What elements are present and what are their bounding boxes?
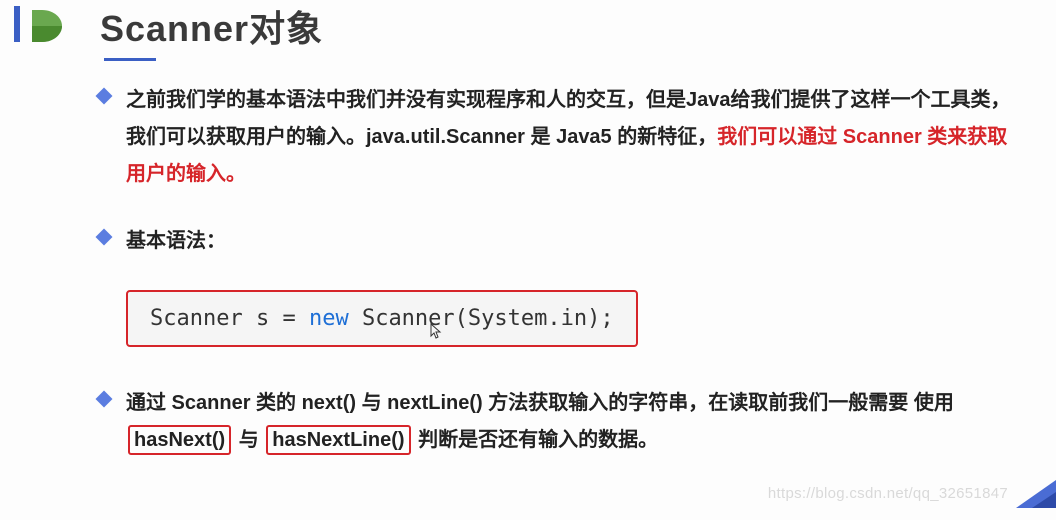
- text-segment: 通过 Scanner 类的 next() 与 nextLine() 方法获取输入…: [126, 392, 954, 414]
- diamond-bullet-icon: [96, 391, 113, 408]
- highlighted-code-box: hasNextLine(): [266, 425, 410, 455]
- logo-icon: [28, 6, 70, 51]
- content-area: 之前我们学的基本语法中我们并没有实现程序和人的交互，但是Java给我们提供了这样…: [98, 82, 1016, 489]
- watermark-text: https://blog.csdn.net/qq_32651847: [768, 485, 1008, 502]
- code-text: Scanner(System.in);: [349, 306, 614, 331]
- bullet-item: 通过 Scanner 类的 next() 与 nextLine() 方法获取输入…: [98, 385, 1016, 459]
- bullet-item: 基本语法：: [98, 223, 1016, 260]
- corner-decoration-inner-icon: [1032, 492, 1056, 508]
- highlighted-code-box: hasNext(): [128, 425, 231, 455]
- diamond-bullet-icon: [96, 88, 113, 105]
- bullet-text: 基本语法：: [126, 223, 226, 260]
- bullet-item: 之前我们学的基本语法中我们并没有实现程序和人的交互，但是Java给我们提供了这样…: [98, 82, 1016, 193]
- cursor-icon: [428, 322, 444, 344]
- diamond-bullet-icon: [96, 229, 113, 246]
- code-keyword: new: [309, 306, 349, 331]
- left-accent-bar: [14, 6, 20, 42]
- title-block: Scanner对象: [100, 0, 323, 61]
- page-title: Scanner对象: [100, 0, 323, 52]
- code-block-container: Scanner s = new Scanner(System.in);: [126, 290, 1016, 347]
- code-block: Scanner s = new Scanner(System.in);: [126, 290, 638, 347]
- text-segment: 判断是否还有输入的数据。: [418, 429, 658, 451]
- title-underline: [104, 58, 156, 61]
- code-text: Scanner s =: [150, 306, 309, 331]
- text-segment: 与: [239, 429, 259, 451]
- bullet-text: 之前我们学的基本语法中我们并没有实现程序和人的交互，但是Java给我们提供了这样…: [126, 82, 1016, 193]
- bullet-text: 通过 Scanner 类的 next() 与 nextLine() 方法获取输入…: [126, 385, 1016, 459]
